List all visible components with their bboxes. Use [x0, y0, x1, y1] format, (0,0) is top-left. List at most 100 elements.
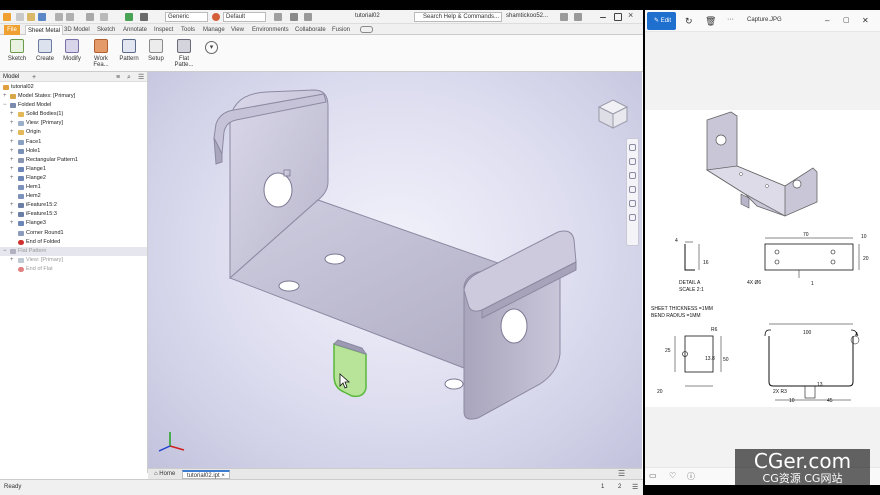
expand-icon[interactable]: + [10, 138, 15, 147]
status-menu-icon[interactable]: ☰ [632, 483, 638, 491]
rotate-icon[interactable]: ↻ [685, 16, 693, 27]
cart-icon[interactable] [560, 13, 568, 21]
close-icon[interactable]: × [628, 10, 633, 20]
tree-node-hem2[interactable]: Hem2 [0, 192, 147, 201]
home-icon[interactable] [86, 13, 94, 21]
tab-3d-model[interactable]: 3D Model [62, 25, 92, 35]
search-input[interactable]: Search Help & Commands... [414, 12, 502, 22]
tab-sketch[interactable]: Sketch [95, 25, 117, 35]
favorite-icon[interactable]: ♡ [669, 471, 676, 480]
pattern-button[interactable]: Pattern [117, 37, 141, 70]
zoom-icon[interactable] [629, 172, 636, 179]
tree-node-end-of-folded[interactable]: End of Folded [0, 238, 147, 247]
collapse-icon[interactable]: − [3, 247, 8, 256]
viewcube[interactable] [595, 96, 631, 134]
open-icon[interactable] [27, 13, 35, 21]
settings-icon[interactable] [140, 13, 148, 21]
tree-node-flat-pattern[interactable]: − Flat Pattern [0, 246, 147, 256]
maximize-icon[interactable]: ▢ [843, 16, 850, 24]
expand-icon[interactable]: + [10, 119, 15, 128]
tree-node-solid-bodies[interactable]: + Solid Bodies(1) [0, 110, 147, 119]
undo-icon[interactable] [55, 13, 63, 21]
tab-view[interactable]: View [229, 25, 246, 35]
save-icon[interactable] [38, 13, 46, 21]
tab-inspect[interactable]: Inspect [152, 25, 175, 35]
browser-title[interactable]: Model [3, 74, 19, 80]
expand-icon[interactable]: + [10, 219, 15, 228]
zoom-all-icon[interactable] [629, 214, 636, 221]
home-tab[interactable]: ⌂ Home [150, 470, 179, 479]
steering-wheel-icon[interactable] [629, 144, 636, 151]
search-icon[interactable]: ⌕ [127, 73, 131, 83]
tree-node-hem1[interactable]: Hem1 [0, 183, 147, 192]
update-icon[interactable] [125, 13, 133, 21]
new-icon[interactable] [16, 13, 24, 21]
tree-node-face1[interactable]: + Face1 [0, 138, 147, 147]
flat-pattern-button[interactable]: Flat Patte... [169, 37, 199, 70]
close-icon[interactable]: ✕ [862, 16, 869, 25]
more-icon[interactable]: ··· [727, 16, 734, 23]
chevron-down-icon[interactable]: ▾ [205, 41, 218, 54]
expand-icon[interactable]: + [3, 92, 8, 101]
tab-annotate[interactable]: Annotate [121, 25, 149, 35]
redo-icon[interactable] [66, 13, 74, 21]
tree-node-end-of-flat[interactable]: End of Flat [0, 265, 147, 274]
minimize-icon[interactable] [600, 17, 606, 18]
create-button[interactable]: Create [34, 37, 56, 70]
tab-manage[interactable]: Manage [201, 25, 227, 35]
expand-icon[interactable]: + [10, 147, 15, 156]
collapse-icon[interactable]: − [3, 101, 8, 110]
expand-icon[interactable]: + [10, 201, 15, 210]
minimize-icon[interactable]: – [825, 16, 829, 25]
tab-menu-icon[interactable]: ☰ [618, 469, 625, 478]
expand-icon[interactable]: + [10, 110, 15, 119]
sketch-button[interactable]: Sketch [6, 37, 28, 70]
tree-node-folded-model[interactable]: − Folded Model [0, 101, 147, 110]
tab-collaborate[interactable]: Collaborate [293, 25, 328, 35]
tree-node-ifeature15-3[interactable]: + iFeature15:3 [0, 210, 147, 219]
user-account[interactable]: shamtickoo52... [506, 13, 548, 19]
tab-environments[interactable]: Environments [250, 25, 291, 35]
delete-icon[interactable]: 🗑 [705, 16, 716, 27]
expand-icon[interactable]: + [10, 128, 15, 137]
tab-tools[interactable]: Tools [179, 25, 197, 35]
formula-icon[interactable] [290, 13, 298, 21]
select-icon[interactable] [100, 13, 108, 21]
maximize-icon[interactable] [614, 13, 622, 21]
slideshow-icon[interactable]: ▭ [649, 471, 657, 480]
engineering-drawing-image[interactable]: 4 16 DETAIL A SCALE 2:1 70 10 20 4X Ø6 1… [645, 110, 880, 407]
tree-node-flange1[interactable]: + Flange1 [0, 165, 147, 174]
appearance-combo[interactable]: Generic [165, 12, 208, 22]
tree-node-hole1[interactable]: + Hole1 [0, 147, 147, 156]
tree-node-model-states[interactable]: + Model States: [Primary] [0, 92, 147, 101]
tree-node-flange2[interactable]: + Flange2 [0, 174, 147, 183]
graphics-viewport[interactable] [148, 72, 642, 468]
color-icon[interactable] [212, 13, 220, 21]
expand-icon[interactable]: + [10, 165, 15, 174]
tree-node-flat-view[interactable]: + View: [Primary] [0, 256, 147, 265]
tree-node-ifeature15-2[interactable]: + iFeature15:2 [0, 201, 147, 210]
inventor-logo-icon[interactable] [3, 13, 11, 21]
expand-icon[interactable]: + [10, 156, 15, 165]
tab-sheet-metal[interactable]: Sheet Metal [25, 25, 64, 35]
ribbon-options-icon[interactable] [360, 26, 373, 33]
setup-button[interactable]: Setup [145, 37, 167, 70]
tree-node-rectangular-pattern1[interactable]: + Rectangular Pattern1 [0, 156, 147, 165]
expand-icon[interactable]: + [10, 174, 15, 183]
material-combo[interactable]: Default [223, 12, 266, 22]
tab-fusion[interactable]: Fusion [330, 25, 352, 35]
parameters-icon[interactable] [304, 13, 312, 21]
tree-node-view[interactable]: + View: [Primary] [0, 119, 147, 128]
browser-add-tab[interactable]: + [32, 73, 36, 83]
measure-icon[interactable] [274, 13, 282, 21]
pan-icon[interactable] [629, 158, 636, 165]
modify-button[interactable]: Modify [61, 37, 83, 70]
tree-node-tutorial02[interactable]: tutorial02 [0, 83, 147, 92]
sheet-metal-model[interactable] [148, 72, 642, 468]
document-tab[interactable]: tutorial02.ipt × [182, 470, 230, 479]
help-icon[interactable] [574, 13, 582, 21]
hamburger-icon[interactable]: ☰ [138, 73, 144, 83]
edit-button[interactable]: ✎ Edit [647, 12, 676, 30]
work-features-button[interactable]: Work Fea... [86, 37, 116, 70]
info-icon[interactable]: ⓘ [687, 471, 695, 482]
